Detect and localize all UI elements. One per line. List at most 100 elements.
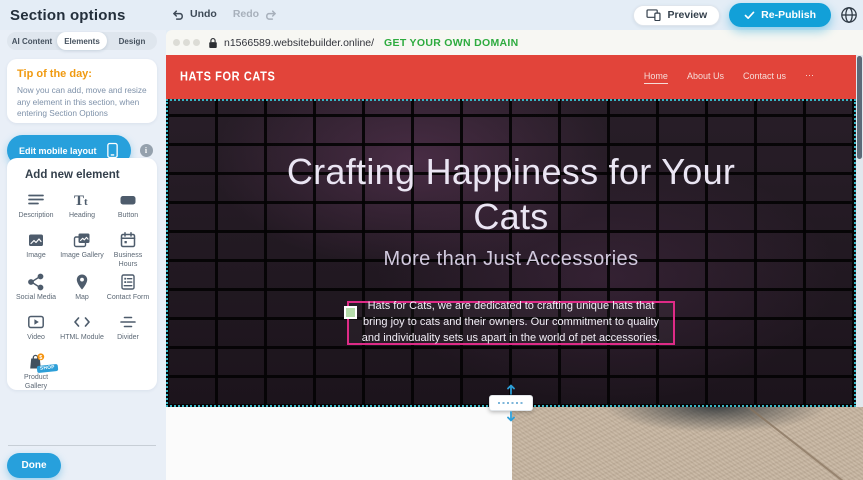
hero-body-text[interactable]: Hats for Cats, we are dedicated to craft… — [354, 299, 668, 347]
tab-label: Design — [119, 37, 146, 46]
site-nav-item[interactable]: Home — [644, 71, 668, 84]
nav-label: Contact us — [743, 71, 786, 81]
check-icon — [744, 11, 755, 20]
add-element-item[interactable]: $ SHOP Product Gallery — [13, 352, 59, 391]
add-element-title: Add new element — [25, 169, 151, 181]
preview-label: Preview — [667, 9, 707, 21]
hero-section[interactable]: Crafting Happiness for Your Cats More th… — [166, 99, 856, 407]
html-code-icon — [72, 312, 92, 332]
add-element-item[interactable]: Tt Heading — [59, 190, 105, 227]
svg-text:$: $ — [39, 355, 42, 361]
site-nav: Home About Us Contact us ⋯ — [644, 70, 842, 84]
undo-button[interactable]: Undo — [172, 8, 217, 20]
sidebar-divider — [8, 445, 156, 446]
redo-button[interactable]: Redo — [233, 8, 277, 20]
website-builder-app: Section options Undo Redo Preview Re-Pub… — [0, 0, 863, 480]
element-label: Contact Form — [107, 293, 149, 302]
element-label: Button — [118, 211, 138, 220]
tip-title: Tip of the day: — [17, 68, 147, 80]
shop-badge: SHOP — [37, 364, 58, 373]
tile-grout-line — [706, 407, 863, 480]
add-element-item[interactable]: Image Gallery — [59, 230, 105, 269]
add-element-item[interactable]: Image — [13, 230, 59, 269]
element-drag-handle[interactable] — [344, 306, 357, 319]
add-new-element-panel: Add new element Description Tt Heading B… — [7, 158, 157, 390]
redo-label: Redo — [233, 8, 259, 20]
business-hours-icon — [118, 230, 138, 250]
site-preview: HATS FOR CATS Home About Us Contact us ⋯… — [166, 55, 863, 480]
tip-body: Now you can add, move and resize any ele… — [17, 85, 147, 120]
element-label: HTML Module — [60, 333, 104, 342]
info-icon[interactable]: i — [140, 144, 153, 157]
preview-button[interactable]: Preview — [633, 5, 720, 26]
element-label: Video — [27, 333, 45, 342]
add-element-item[interactable]: Business Hours — [105, 230, 151, 269]
selected-text-element[interactable]: Hats for Cats, we are dedicated to craft… — [347, 301, 675, 345]
add-element-item[interactable]: Map — [59, 272, 105, 309]
republish-button[interactable]: Re-Publish — [729, 3, 831, 27]
page-title: Section options — [10, 7, 126, 24]
history-controls: Undo Redo — [172, 8, 277, 20]
browser-dot — [173, 39, 180, 46]
tip-of-the-day-card: Tip of the day: Now you can add, move an… — [7, 59, 157, 123]
add-element-item[interactable]: Button — [105, 190, 151, 227]
sidebar-tab[interactable]: Elements — [57, 32, 107, 50]
add-element-item[interactable]: Divider — [105, 312, 151, 349]
add-element-item[interactable]: Description — [13, 190, 59, 227]
divider-icon — [118, 312, 138, 332]
resize-arrow-down-icon — [506, 411, 517, 422]
browser-dots — [173, 39, 200, 46]
sidebar-tab[interactable]: AI Content — [7, 32, 57, 50]
browser-dot — [183, 39, 190, 46]
nav-label: ⋯ — [805, 70, 814, 80]
image-icon — [26, 230, 46, 250]
svg-text:T: T — [74, 193, 84, 209]
tab-label: Elements — [64, 37, 100, 46]
map-pin-icon — [72, 272, 92, 292]
svg-text:t: t — [84, 196, 88, 208]
site-header[interactable]: HATS FOR CATS Home About Us Contact us ⋯ — [166, 55, 856, 99]
mobile-phone-icon — [106, 142, 119, 159]
undo-label: Undo — [190, 8, 217, 20]
button-icon — [118, 190, 138, 210]
redo-icon — [264, 9, 277, 20]
site-logo[interactable]: HATS FOR CATS — [180, 70, 275, 84]
site-nav-item[interactable]: Contact us — [743, 71, 786, 84]
element-label: Map — [75, 293, 89, 302]
preview-scrollbar-thumb[interactable] — [857, 56, 862, 159]
element-label: Business Hours — [106, 251, 150, 269]
site-nav-item[interactable]: About Us — [687, 71, 724, 84]
sidebar-tab[interactable]: Design — [107, 32, 157, 50]
social-media-icon — [26, 272, 46, 292]
element-label: Description — [18, 211, 53, 220]
browser-dot — [193, 39, 200, 46]
undo-icon — [172, 9, 185, 20]
element-label: Divider — [117, 333, 139, 342]
description-icon — [26, 190, 46, 210]
site-nav-item[interactable]: ⋯ — [805, 70, 814, 84]
hero-subtitle[interactable]: More than Just Accessories — [384, 248, 639, 271]
editor-main-area: n1566589.websitebuilder.online/ GET YOUR… — [166, 30, 863, 480]
hero-title[interactable]: Crafting Happiness for Your Cats — [286, 149, 736, 239]
get-domain-link[interactable]: GET YOUR OWN DOMAIN — [384, 37, 518, 49]
done-button[interactable]: Done — [7, 453, 61, 478]
add-element-item[interactable]: Social Media — [13, 272, 59, 309]
add-element-item[interactable]: HTML Module — [59, 312, 105, 349]
add-element-item[interactable]: Contact Form — [105, 272, 151, 309]
preview-scrollbar[interactable] — [856, 55, 863, 407]
next-section-blank — [166, 407, 512, 480]
element-label: Social Media — [16, 293, 56, 302]
add-element-item[interactable]: Video — [13, 312, 59, 349]
resize-grip[interactable] — [489, 395, 533, 411]
language-globe-icon[interactable] — [840, 6, 858, 24]
browser-address-bar: n1566589.websitebuilder.online/ GET YOUR… — [166, 30, 863, 55]
nav-label: About Us — [687, 71, 724, 81]
resize-grip-dots — [498, 402, 524, 404]
top-right-controls: Preview Re-Publish — [633, 3, 858, 27]
image-gallery-icon — [72, 230, 92, 250]
element-label: Heading — [69, 211, 95, 220]
section-resize-handle[interactable] — [489, 385, 533, 421]
element-label: Image Gallery — [60, 251, 104, 260]
next-section-image — [512, 407, 863, 480]
nav-label: Home — [644, 71, 668, 81]
